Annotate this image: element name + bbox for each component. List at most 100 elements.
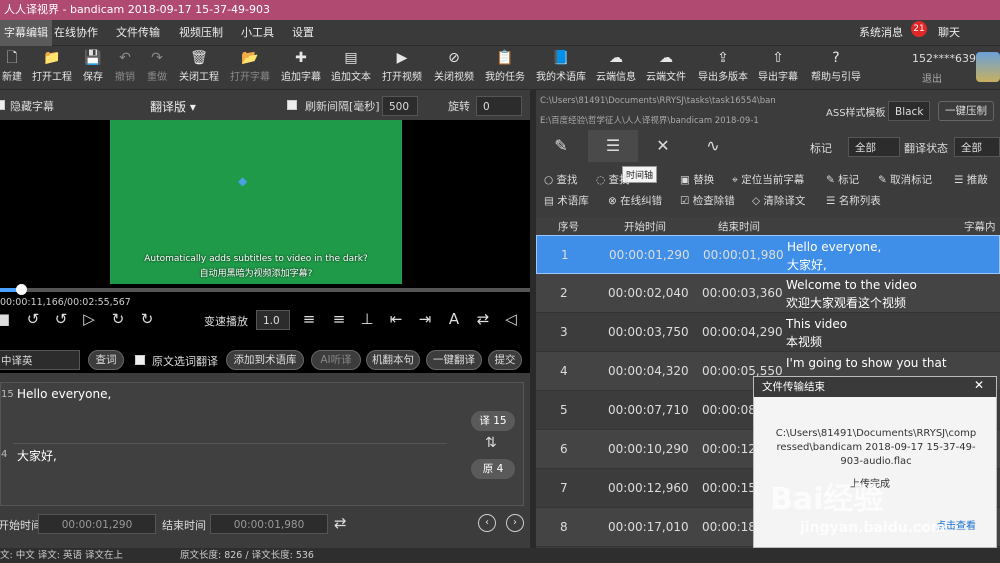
swap-times-icon[interactable]: ⇄ bbox=[334, 514, 347, 532]
language-select[interactable]: 中译英 bbox=[0, 350, 80, 370]
table-row[interactable]: 2 00:00:02,040 00:00:03,360 Welcome to the … bbox=[536, 274, 1000, 313]
user-id[interactable]: 152****6399 bbox=[912, 52, 983, 65]
append-subtitle-button[interactable]: ✚ 追加字幕 bbox=[280, 48, 322, 88]
menu-file-transfer[interactable]: 文件传输 bbox=[112, 20, 164, 46]
font-size-icon[interactable]: A bbox=[443, 310, 465, 328]
shift-right-icon[interactable]: ⇥ bbox=[414, 310, 436, 328]
my-tasks-button[interactable]: 📋 我的任务 bbox=[484, 48, 526, 88]
rotate-select[interactable]: 0 bbox=[476, 96, 522, 116]
row-end: 00:00:08, bbox=[702, 403, 760, 417]
unmark-button[interactable]: ✎ 取消标记 bbox=[878, 172, 932, 187]
new-button[interactable]: 🗋 新建 bbox=[0, 48, 24, 88]
swap-lines-icon[interactable]: ⇅ bbox=[485, 435, 497, 451]
edit-tab-icon[interactable]: ✎ bbox=[536, 130, 586, 162]
menu-subtitle-edit[interactable]: 字幕编辑 bbox=[0, 20, 52, 46]
close-project-button[interactable]: 🗑 关闭工程 bbox=[176, 48, 222, 88]
col-index[interactable]: 序号 bbox=[558, 219, 579, 234]
online-correct-button[interactable]: ⊗ 在线纠错 bbox=[608, 193, 662, 208]
hide-subtitle-checkbox[interactable] bbox=[0, 100, 5, 110]
mark-button[interactable]: ✎ 标记 bbox=[826, 172, 859, 187]
mark-filter-select[interactable]: 全部 bbox=[848, 137, 900, 157]
my-termbase-button[interactable]: 📘 我的术语库 bbox=[534, 48, 588, 88]
volume-icon[interactable]: ◁ bbox=[500, 310, 522, 328]
find-button[interactable]: ○ 查找 bbox=[544, 172, 578, 187]
submit-button[interactable]: 提交 bbox=[488, 350, 522, 370]
cloud-files-button[interactable]: ☁ 云端文件 bbox=[644, 48, 688, 88]
open-video-button[interactable]: ▶ 打开视频 bbox=[380, 48, 424, 88]
back-1s-icon[interactable]: ↺ bbox=[50, 310, 72, 328]
add-to-termbase-button[interactable]: 添加到术语库 bbox=[226, 350, 304, 370]
translation-input[interactable]: Hello everyone, bbox=[17, 387, 111, 401]
start-time-input[interactable]: 00:00:01,290 bbox=[38, 514, 156, 534]
play-icon[interactable]: ▷ bbox=[78, 310, 100, 328]
locate-current-button[interactable]: ⌖ 定位当前字幕 bbox=[732, 172, 804, 187]
menu-video-compress[interactable]: 视频压制 bbox=[175, 20, 227, 46]
termbase-button[interactable]: ▤ 术语库 bbox=[544, 193, 589, 208]
original-input[interactable]: 大家好, bbox=[17, 447, 57, 464]
next-line-icon[interactable]: › bbox=[506, 514, 524, 532]
prev-line-icon[interactable]: ‹ bbox=[478, 514, 496, 532]
one-key-burn-button[interactable]: 一键压制 bbox=[938, 101, 994, 121]
version-dropdown[interactable]: 翻译版 ▾ bbox=[150, 98, 196, 115]
col-end[interactable]: 结束时间 bbox=[718, 219, 760, 234]
speed-select[interactable]: 1.0 bbox=[256, 310, 290, 330]
search-button[interactable]: ◌ 查找 bbox=[596, 172, 630, 187]
forward-3s-icon[interactable]: ↻ bbox=[136, 310, 158, 328]
open-subtitle-button[interactable]: 📂 打开字幕 bbox=[228, 48, 272, 88]
refine-button[interactable]: ☰ 推敲 bbox=[954, 172, 988, 187]
open-project-button[interactable]: 📁 打开工程 bbox=[30, 48, 74, 88]
col-content[interactable]: 字幕内 bbox=[964, 219, 996, 234]
refresh-checkbox[interactable] bbox=[287, 100, 297, 110]
system-messages[interactable]: 系统消息 bbox=[855, 20, 907, 46]
edit-area: 15 Hello everyone, 4 大家好, 译 15 ⇅ 原 4 bbox=[0, 382, 524, 506]
table-row[interactable]: 3 00:00:03,750 00:00:04,290 This video 本视频 bbox=[536, 313, 1000, 352]
ai-listen-button[interactable]: AI听译 bbox=[311, 350, 361, 370]
align-center-icon[interactable]: ≡ bbox=[298, 310, 320, 328]
save-button[interactable]: 💾 保存 bbox=[80, 48, 106, 88]
trans-status-select[interactable]: 全部 bbox=[954, 137, 1000, 157]
close-icon[interactable]: ✕ bbox=[974, 378, 984, 392]
end-time-input[interactable]: 00:00:01,980 bbox=[210, 514, 328, 534]
menu-online-collab[interactable]: 在线协作 bbox=[50, 20, 102, 46]
cloud-info-button[interactable]: ☁ 云端信息 bbox=[594, 48, 638, 88]
close-video-button[interactable]: ⊘ 关闭视频 bbox=[432, 48, 476, 88]
lookup-button[interactable]: 查词 bbox=[88, 350, 124, 370]
menu-tools[interactable]: 小工具 bbox=[237, 20, 278, 46]
orig-select-checkbox[interactable] bbox=[135, 355, 145, 365]
tools-tab-icon[interactable]: ✕ bbox=[638, 130, 688, 162]
replace-button[interactable]: ▣ 替换 bbox=[680, 172, 714, 187]
video-player[interactable]: ◆ Automatically adds subtitles to video … bbox=[0, 120, 530, 373]
logout-link[interactable]: 退出 bbox=[922, 70, 942, 85]
chat-button[interactable]: 聊天 bbox=[934, 20, 964, 46]
redo-button[interactable]: ↷ 重做 bbox=[144, 48, 170, 88]
name-list-button[interactable]: ☰ 名称列表 bbox=[826, 193, 881, 208]
one-key-translate-button[interactable]: 一键翻译 bbox=[426, 350, 482, 370]
avatar[interactable] bbox=[976, 52, 1000, 82]
timeline-tab-icon[interactable]: ☰ bbox=[588, 130, 638, 162]
append-text-button[interactable]: ▤ 追加文本 bbox=[330, 48, 372, 88]
table-row[interactable]: 1 00:00:01,290 00:00:01,980 Hello everyone,… bbox=[536, 235, 1000, 274]
align-vertical-icon[interactable]: ≡ bbox=[328, 310, 350, 328]
undo-button[interactable]: ↶ 撤销 bbox=[112, 48, 138, 88]
help-button[interactable]: ? 帮助与引导 bbox=[808, 48, 864, 88]
original-count-badge: 原 4 bbox=[471, 459, 515, 479]
menu-settings[interactable]: 设置 bbox=[288, 20, 318, 46]
align-bottom-icon[interactable]: ⊥ bbox=[356, 310, 378, 328]
swap-icon[interactable]: ⇄ bbox=[472, 310, 494, 328]
export-subtitle-button[interactable]: ⇧ 导出字幕 bbox=[756, 48, 800, 88]
shift-left-icon[interactable]: ⇤ bbox=[385, 310, 407, 328]
chart-tab-icon[interactable]: ∿ bbox=[688, 130, 738, 162]
export-multi-button[interactable]: ⇪ 导出多版本 bbox=[696, 48, 750, 88]
forward-1s-icon[interactable]: ↻ bbox=[107, 310, 129, 328]
check-errors-button[interactable]: ☑ 检查除错 bbox=[680, 193, 735, 208]
help-icon: ? bbox=[832, 50, 840, 66]
ass-template-select[interactable]: Black bbox=[888, 101, 930, 121]
back-3s-icon[interactable]: ↺ bbox=[22, 310, 44, 328]
stop-icon[interactable]: ■ bbox=[0, 310, 14, 328]
clear-translation-button[interactable]: ◇ 清除译文 bbox=[752, 193, 805, 208]
machine-translate-button[interactable]: 机翻本句 bbox=[366, 350, 420, 370]
progress-track[interactable] bbox=[0, 284, 530, 295]
col-start[interactable]: 开始时间 bbox=[624, 219, 666, 234]
refresh-input[interactable]: 500 bbox=[382, 96, 418, 116]
progress-handle[interactable] bbox=[16, 284, 27, 295]
